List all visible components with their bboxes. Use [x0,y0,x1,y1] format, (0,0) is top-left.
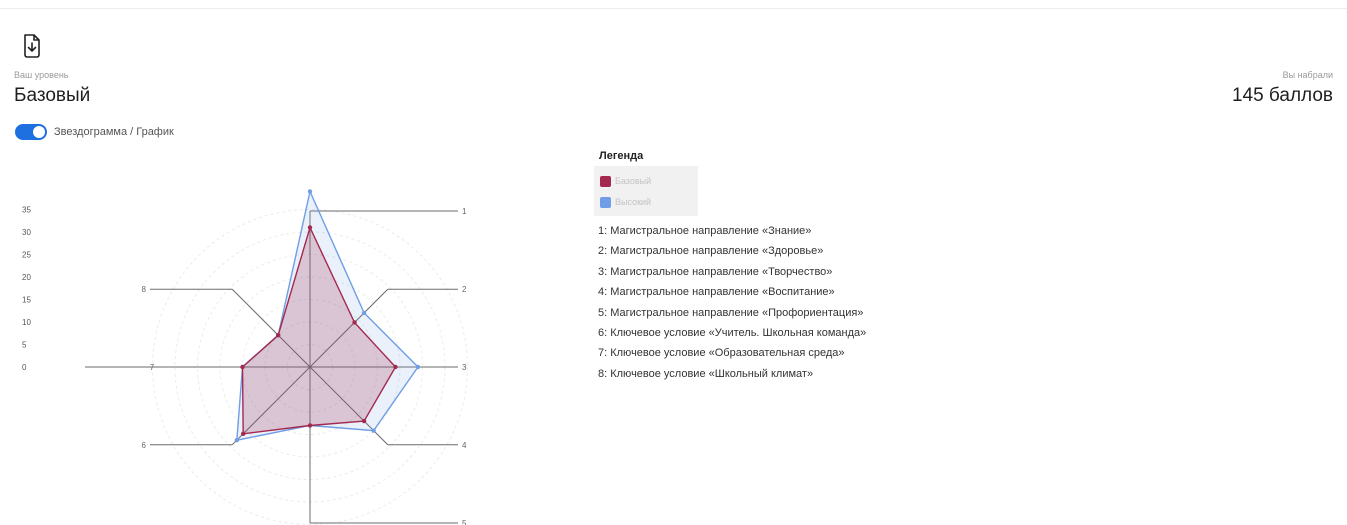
radar-point-basic-7 [240,364,245,370]
radar-point-high-2 [361,310,367,316]
axis-description-6: 6: Ключевое условие «Учитель. Школьная к… [598,326,867,339]
radar-point-basic-2 [352,320,357,325]
radar-axis-label-3: 3 [462,363,467,372]
axis-description-1: 1: Магистральное направление «Знание» [598,225,812,237]
level-caption: Ваш уровень [14,70,69,80]
radar-point-basic-5 [307,423,313,428]
axis-description-4: 4: Магистральное направление «Воспитание… [598,286,835,299]
axis-description-list: 1: Магистральное направление «Знание» 2:… [598,221,866,384]
axis-description-3: 3: Магистральное направление «Творчество… [598,265,833,278]
radar-point-basic-3 [393,364,398,370]
radar-scale-tick-0: 0 [22,363,27,372]
score-value: 145 баллов [1231,85,1333,106]
axis-description-5: 5: Магистральное направление «Профориент… [598,306,864,319]
radar-scale-tick-10: 10 [22,318,31,327]
radar-point-high-6 [234,437,240,443]
score-caption: Вы набрали [1282,70,1333,80]
chart-mode-toggle-label: Звездограмма / График [54,126,174,138]
radar-scale-tick-15: 15 [22,296,31,305]
radar-axis-label-6: 6 [142,441,147,450]
radar-axis-label-2: 2 [462,285,467,294]
radar-chart: 1 2 3 4 5 6 7 8 0 5 10 15 20 25 30 35 [22,189,468,525]
legend-item-basic[interactable]: Базовый [600,174,651,188]
radar-axis-label-7: 7 [150,363,155,372]
radar-point-basic-6 [240,431,246,437]
radar-point-basic-8 [275,332,281,338]
legend-label-basic: Базовый [615,176,652,186]
radar-point-high-1 [307,189,313,194]
radar-axis-label-8: 8 [142,285,147,294]
toggle-knob [33,126,45,138]
legend-swatch-high [600,197,611,209]
radar-axis-label-5: 5 [462,519,467,525]
radar-point-high-3 [415,364,421,370]
top-divider [0,8,1347,9]
radar-point-basic-4 [361,418,367,424]
radar-axis-label-4: 4 [462,441,467,450]
legend-swatch-basic [600,176,611,188]
legend-item-high[interactable]: Высокий [600,195,651,209]
axis-description-8: 8: Ключевое условие «Школьный климат» [598,367,814,380]
legend-label-high: Высокий [615,197,652,207]
radar-point-basic-1 [307,225,313,230]
chart-mode-toggle[interactable] [15,124,47,140]
radar-scale-tick-35: 35 [22,206,31,215]
axis-description-7: 7: Ключевое условие «Образовательная сре… [598,347,845,360]
radar-point-high-4 [371,428,376,433]
level-value: Базовый [14,85,91,106]
radar-scale-tick-5: 5 [22,341,27,350]
radar-scale-tick-30: 30 [22,228,31,237]
legend-title: Легенда [599,150,644,162]
radar-scale-tick-25: 25 [22,251,31,260]
radar-axis-label-1: 1 [462,207,467,216]
axis-description-2: 2: Магистральное направление «Здоровье» [598,245,824,258]
radar-scale-tick-20: 20 [22,273,31,282]
file-download-icon[interactable] [22,34,42,58]
